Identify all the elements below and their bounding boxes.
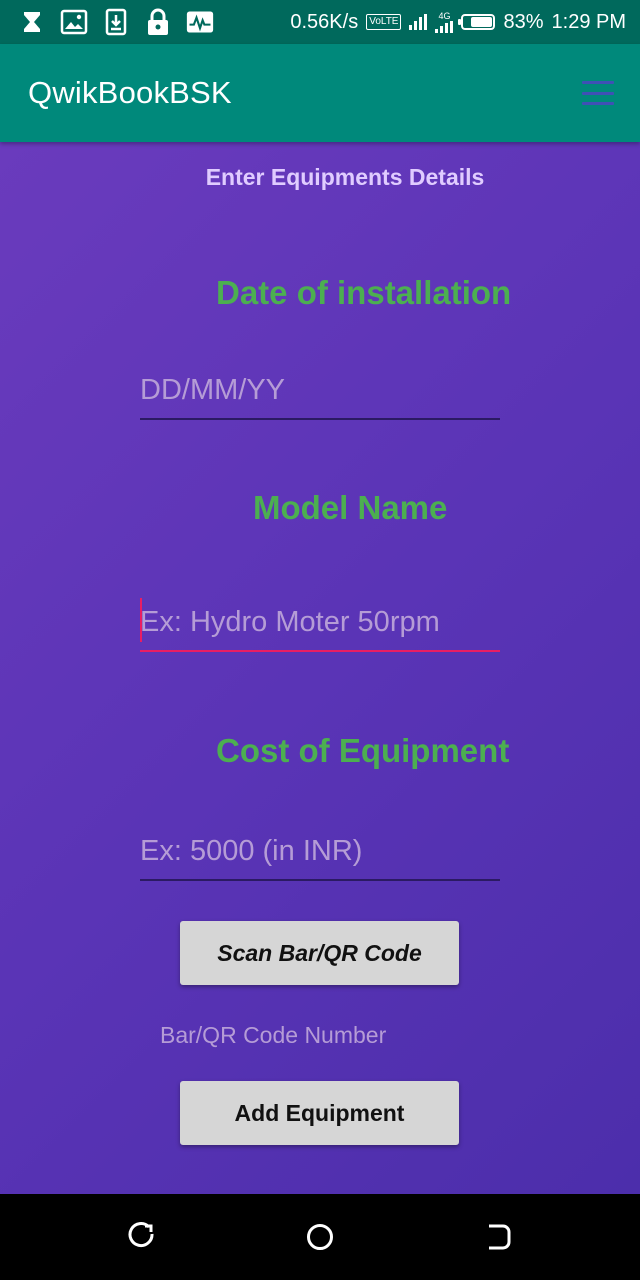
date-of-installation-input[interactable]: [140, 362, 500, 418]
app-bar: QwikBookBSK: [0, 44, 640, 142]
form-heading: Enter Equipments Details: [205, 164, 485, 190]
hamburger-menu-icon[interactable]: [582, 81, 614, 105]
cost-of-equipment-input[interactable]: [140, 823, 500, 879]
model-name-input[interactable]: [140, 594, 500, 650]
cost-of-equipment-label: Cost of Equipment: [216, 732, 510, 769]
signal-strength-icon: [409, 14, 428, 30]
date-of-installation-label: Date of installation: [216, 274, 512, 311]
barcode-number-text: Bar/QR Code Number: [160, 1022, 387, 1048]
activity-monitor-icon: [186, 8, 214, 36]
lock-icon: [144, 8, 172, 36]
download-icon: [102, 8, 130, 36]
text-cursor: [140, 598, 142, 642]
navigation-bar: [0, 1194, 640, 1280]
battery-icon: [458, 14, 496, 30]
battery-percent: 83%: [503, 10, 544, 33]
hourglass-icon: [18, 8, 46, 36]
status-bar: 0.56K/s VoLTE 4G 83% 1:29 PM: [0, 0, 640, 44]
model-field-container: [140, 594, 500, 652]
scan-barcode-button[interactable]: Scan Bar/QR Code: [180, 921, 459, 985]
app-title: QwikBookBSK: [28, 75, 232, 110]
add-equipment-button[interactable]: Add Equipment: [180, 1081, 459, 1145]
recent-apps-icon[interactable]: [127, 1222, 157, 1252]
home-icon[interactable]: [305, 1222, 335, 1252]
gallery-icon: [60, 8, 88, 36]
clock: 1:29 PM: [551, 10, 626, 33]
date-field-container: [140, 362, 500, 420]
back-icon[interactable]: [483, 1222, 513, 1252]
data-signal-icon: [435, 20, 454, 33]
volte-badge: VoLTE: [366, 14, 402, 30]
network-type-label: 4G: [438, 10, 451, 21]
cost-field-container: [140, 823, 500, 881]
equipment-form: Enter Equipments Details Date of install…: [0, 142, 640, 1194]
model-name-label: Model Name: [253, 489, 448, 526]
network-speed: 0.56K/s: [290, 10, 359, 33]
